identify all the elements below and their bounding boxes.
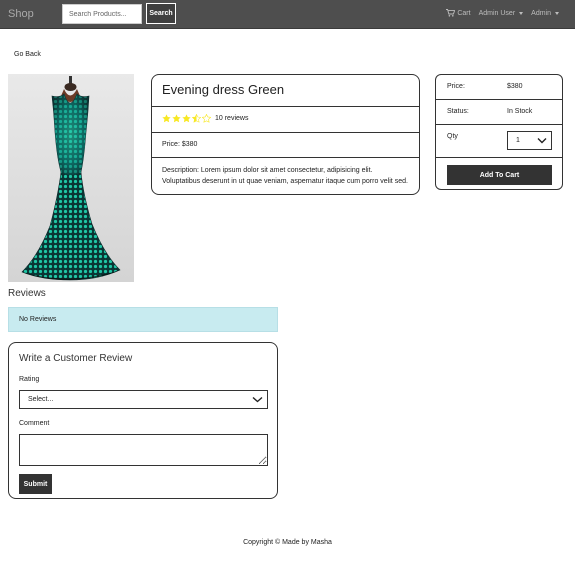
product-image: [8, 74, 134, 282]
qty-value: 1: [516, 137, 520, 144]
product-info-card: Evening dress Green 10 reviews Price: $3…: [151, 74, 420, 195]
rating-label: Rating: [19, 376, 40, 383]
nav-right: Cart Admin User Admin: [446, 9, 559, 17]
status-label: Status:: [447, 108, 469, 115]
go-back-link[interactable]: Go Back: [14, 51, 41, 58]
comment-label: Comment: [19, 420, 50, 427]
star-half-icon: [192, 114, 201, 123]
reviews-heading: Reviews: [8, 288, 46, 299]
rating-row: 10 reviews: [152, 107, 419, 133]
price-label: Price:: [447, 83, 465, 90]
star-full-icon: [162, 114, 171, 123]
cart-label: Cart: [457, 9, 471, 17]
cart-icon: [446, 9, 456, 17]
footer-copyright: Copyright © Made by Masha: [243, 539, 332, 546]
status-row: Status: In Stock: [436, 100, 562, 125]
search-button[interactable]: Search: [146, 3, 176, 24]
no-reviews-alert: No Reviews: [8, 307, 278, 332]
review-form-title: Write a Customer Review: [19, 353, 133, 364]
qty-select[interactable]: 1: [507, 131, 552, 150]
chevron-down-icon: [537, 138, 547, 144]
search-input[interactable]: [62, 4, 142, 24]
admin-menu-dropdown[interactable]: Admin: [531, 10, 559, 17]
navbar: Shop Search Cart Admin User Admin: [0, 0, 575, 29]
review-form-card: Write a Customer Review Rating Select...…: [8, 342, 278, 499]
user-menu-label: Admin User: [478, 9, 516, 17]
comment-textarea[interactable]: [19, 434, 268, 466]
description-row: Description: Lorem ipsum dolor sit amet …: [152, 158, 419, 194]
price-value: $380: [507, 83, 523, 90]
rating-stars: 10 reviews: [162, 114, 248, 123]
status-value: In Stock: [507, 108, 533, 115]
price-row: Price: $380: [436, 75, 562, 100]
price-row: Price: $380: [152, 133, 419, 158]
caret-down-icon: [519, 11, 524, 15]
product-price: Price: $380: [162, 141, 198, 148]
dress-illustration: [21, 76, 121, 281]
add-to-cart-button[interactable]: Add To Cart: [447, 165, 552, 185]
rating-select[interactable]: Select...: [19, 390, 268, 409]
qty-label: Qty: [447, 133, 458, 140]
reviews-count: 10 reviews: [215, 115, 249, 122]
cart-link[interactable]: Cart: [446, 9, 471, 17]
product-description: Description: Lorem ipsum dolor sit amet …: [162, 167, 408, 185]
product-title: Evening dress Green: [162, 82, 285, 97]
chevron-down-icon: [252, 396, 263, 403]
admin-menu-label: Admin: [531, 9, 551, 17]
star-full-icon: [182, 114, 191, 123]
rating-select-value: Select...: [28, 396, 54, 403]
star-empty-icon: [202, 114, 211, 123]
caret-down-icon: [555, 11, 559, 15]
submit-review-button[interactable]: Submit: [19, 474, 52, 494]
product-title-row: Evening dress Green: [152, 75, 419, 107]
star-full-icon: [172, 114, 181, 123]
purchase-card: Price: $380 Status: In Stock Qty 1 Add T…: [435, 74, 563, 190]
user-menu-dropdown[interactable]: Admin User: [479, 10, 524, 17]
brand-logo[interactable]: Shop: [8, 8, 34, 20]
qty-row: Qty 1: [436, 125, 562, 158]
